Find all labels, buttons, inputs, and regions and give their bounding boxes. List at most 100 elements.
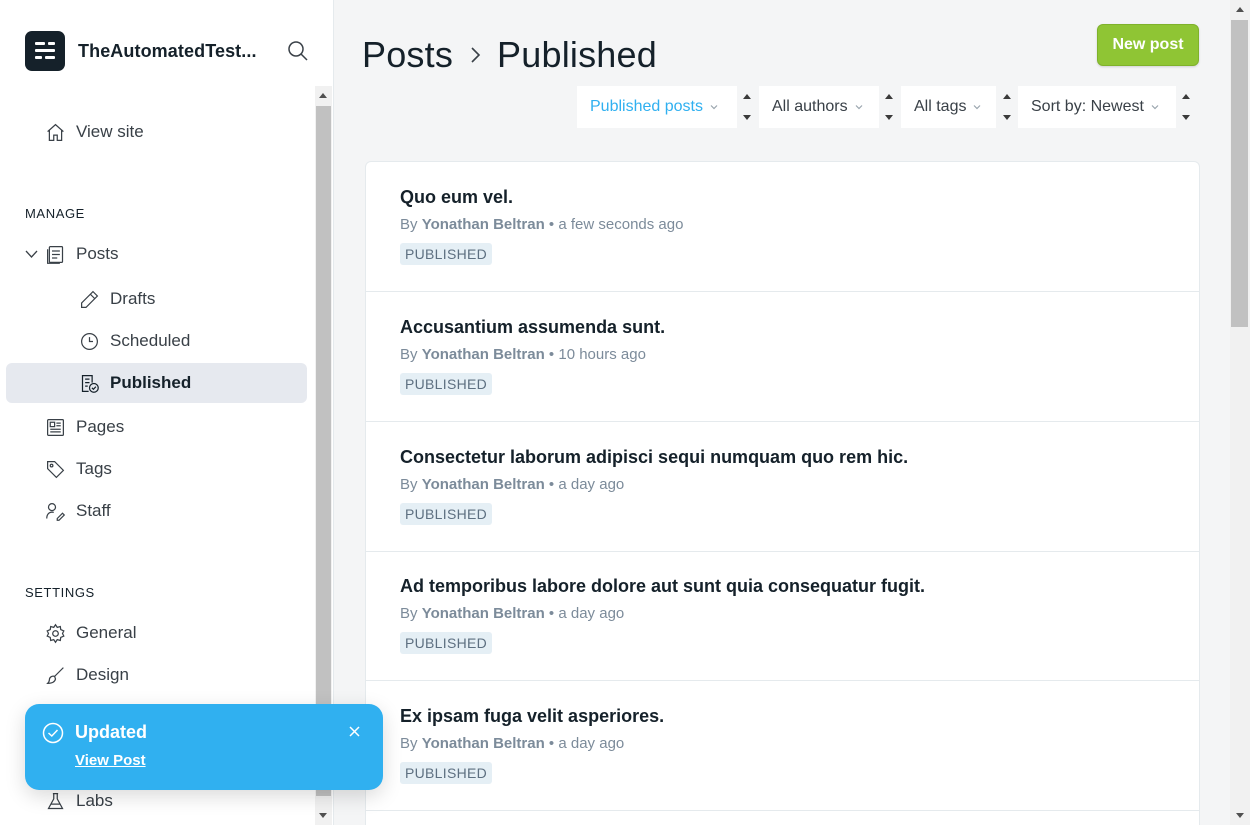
sidebar-item-staff[interactable]: Staff	[45, 491, 111, 531]
post-meta: By Yonathan Beltran • a day ago	[400, 735, 625, 752]
filter-type-value: Published posts	[590, 98, 703, 115]
sidebar: TheAutomatedTest... View site MANAGE Pos…	[0, 0, 334, 825]
status-badge: PUBLISHED	[400, 632, 493, 654]
post-row[interactable]: Consectetur laborum adipisci sequi numqu…	[366, 422, 1199, 552]
filter-tags-select[interactable]: All tags	[901, 86, 996, 128]
close-icon[interactable]	[347, 724, 362, 739]
breadcrumb: Posts Published	[362, 34, 657, 76]
post-row[interactable]: Accusantium assumenda sunt. By Yonathan …	[366, 292, 1199, 422]
filter-authors-spinner[interactable]	[879, 86, 899, 128]
sidebar-item-scheduled[interactable]: Scheduled	[79, 321, 190, 361]
scroll-down-arrow[interactable]	[1236, 813, 1244, 818]
scroll-down-arrow[interactable]	[319, 813, 327, 818]
post-title[interactable]: Quo eum vel.	[400, 187, 513, 208]
gear-icon	[46, 623, 65, 643]
post-meta: By Yonathan Beltran • a few seconds ago	[400, 216, 684, 233]
main-scrollbar[interactable]	[1230, 0, 1250, 825]
post-title[interactable]: Ex ipsam fuga velit asperiores.	[400, 706, 664, 727]
clock-icon	[81, 332, 98, 350]
general-label: General	[76, 623, 137, 642]
chevron-down-icon	[974, 105, 981, 110]
status-badge: PUBLISHED	[400, 243, 493, 265]
staff-label: Staff	[76, 501, 111, 520]
settings-section-title: SETTINGS	[25, 585, 95, 600]
view-post-link[interactable]: View Post	[75, 752, 146, 769]
post-author: Yonathan Beltran	[421, 216, 545, 233]
check-circle-icon	[42, 722, 64, 744]
manage-section-title: MANAGE	[25, 206, 85, 221]
sidebar-item-tags[interactable]: Tags	[45, 449, 112, 489]
site-brand[interactable]: TheAutomatedTest...	[25, 31, 257, 71]
sidebar-item-general[interactable]: General	[45, 613, 136, 653]
post-author: Yonathan Beltran	[421, 735, 545, 752]
status-badge: PUBLISHED	[400, 762, 493, 784]
search-icon[interactable]	[287, 40, 309, 62]
post-author: Yonathan Beltran	[421, 346, 545, 363]
sort-select[interactable]: Sort by: Newest	[1018, 86, 1176, 128]
post-row[interactable]: Quo eum vel. By Yonathan Beltran • a few…	[366, 162, 1199, 292]
breadcrumb-posts[interactable]: Posts	[362, 34, 453, 76]
chevron-down-icon[interactable]	[25, 249, 38, 259]
new-post-button[interactable]: New post	[1097, 24, 1199, 66]
posts-icon	[47, 245, 64, 264]
post-meta: By Yonathan Beltran • a day ago	[400, 605, 625, 622]
post-title[interactable]: Accusantium assumenda sunt.	[400, 317, 665, 338]
toast-notification: Updated View Post	[25, 704, 383, 790]
tag-icon	[47, 460, 65, 478]
post-meta-by: By	[400, 605, 418, 622]
sort-spinner[interactable]	[1176, 86, 1196, 128]
post-title[interactable]: Consectetur laborum adipisci sequi numqu…	[400, 447, 908, 468]
page-title: Published	[497, 34, 657, 75]
filter-type-spinner[interactable]	[737, 86, 757, 128]
site-name: TheAutomatedTest...	[78, 40, 257, 61]
pages-label: Pages	[76, 417, 125, 436]
chevron-right-icon	[471, 47, 481, 63]
post-title[interactable]: Ad temporibus labore dolore aut sunt qui…	[400, 576, 925, 597]
sidebar-item-drafts[interactable]: Drafts	[79, 279, 155, 319]
brush-icon	[46, 666, 64, 684]
sidebar-item-pages[interactable]: Pages	[45, 407, 124, 447]
home-icon	[47, 123, 64, 141]
post-author: Yonathan Beltran	[421, 605, 545, 622]
sidebar-item-design[interactable]: Design	[45, 655, 129, 695]
status-badge: PUBLISHED	[400, 503, 493, 525]
post-meta: By Yonathan Beltran • 10 hours ago	[400, 346, 646, 363]
labs-label: Labs	[76, 791, 113, 810]
main-content: Posts Published New post Published posts…	[334, 0, 1230, 825]
sidebar-item-view-site[interactable]: View site	[45, 112, 144, 152]
published-label: Published	[110, 373, 192, 392]
post-row[interactable]: Ad temporibus labore dolore aut sunt qui…	[366, 551, 1199, 681]
filter-tags-spinner[interactable]	[997, 86, 1017, 128]
chevron-down-icon	[1151, 105, 1159, 110]
site-logo	[25, 31, 65, 71]
sidebar-item-posts[interactable]: Posts	[45, 234, 119, 274]
post-time: a day ago	[558, 476, 625, 493]
scroll-up-arrow[interactable]	[1236, 7, 1244, 12]
filter-authors-value: All authors	[772, 98, 848, 115]
post-meta-by: By	[400, 346, 418, 363]
post-meta-by: By	[400, 476, 418, 493]
scroll-up-arrow[interactable]	[319, 93, 327, 98]
post-time: a day ago	[558, 605, 625, 622]
status-badge: PUBLISHED	[400, 373, 493, 395]
published-icon	[81, 374, 99, 393]
posts-label: Posts	[76, 244, 119, 263]
sidebar-item-published[interactable]: Published	[79, 363, 191, 403]
sidebar-scroll-thumb[interactable]	[316, 106, 331, 796]
chevron-down-icon	[710, 105, 718, 110]
tags-label: Tags	[76, 459, 112, 478]
post-row[interactable]: Ex ipsam fuga velit asperiores. By Yonat…	[366, 681, 1199, 811]
post-meta-by: By	[400, 735, 418, 752]
design-label: Design	[76, 665, 129, 684]
filter-authors-select[interactable]: All authors	[759, 86, 879, 128]
scheduled-label: Scheduled	[110, 331, 191, 350]
post-meta-by: By	[400, 216, 418, 233]
drafts-label: Drafts	[110, 289, 156, 308]
filter-type-select[interactable]: Published posts	[577, 86, 737, 128]
toast-title: Updated	[75, 722, 147, 742]
main-scroll-thumb[interactable]	[1231, 20, 1248, 327]
filter-tags-value: All tags	[914, 98, 967, 115]
post-list: Quo eum vel. By Yonathan Beltran • a few…	[365, 161, 1200, 825]
post-author: Yonathan Beltran	[421, 476, 545, 493]
view-site-label: View site	[76, 122, 144, 141]
